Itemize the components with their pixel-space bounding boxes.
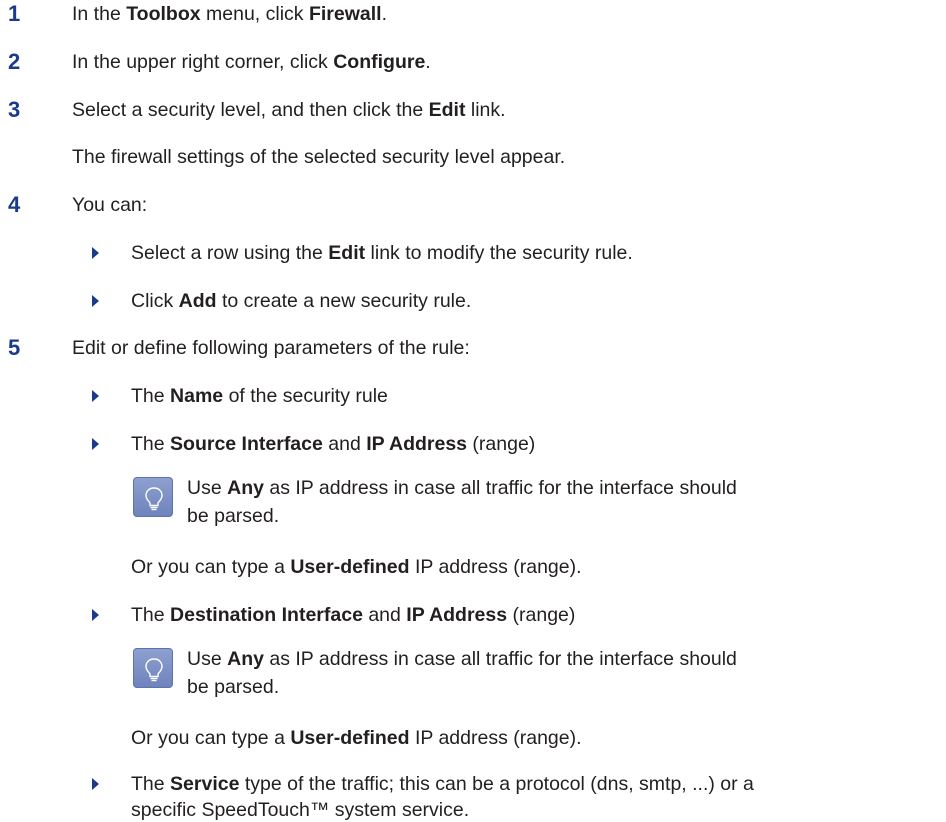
text-fragment: The [131,385,171,407]
step-number: 4 [8,192,21,217]
step-5-text: Edit or define following parameters of t… [72,337,470,359]
text-fragment: . [381,3,388,25]
step-number: 2 [8,49,21,74]
destination-interface-label: Destination Interface [170,604,363,626]
text-fragment: The [131,604,171,626]
text-fragment: and [322,433,367,455]
text-fragment: Use [187,477,228,499]
step-2-text: In the upper right corner, click Configu… [72,50,431,74]
edit-label: Edit [428,99,466,121]
tip-2-line-2: be parsed. [187,676,280,698]
text-fragment: of the security rule [223,385,388,407]
triangle-bullet-icon [90,603,104,627]
text-fragment: and [362,604,407,626]
step-4-bullet-1: Select a row using the Edit link to modi… [131,241,633,265]
text-fragment: IP address (range). [409,556,582,578]
firewall-label: Firewall [308,3,382,25]
source-interface-label: Source Interface [170,433,323,455]
text-fragment: Select a security level, and then click … [72,99,429,121]
edit-label: Edit [328,242,366,264]
text-fragment: Or you can type a [131,556,291,578]
step-3-note: The firewall settings of the selected se… [72,146,566,168]
text-fragment: . [425,51,431,73]
ip-address-label: IP Address [406,604,508,626]
step-3-text: Select a security level, and then click … [72,98,506,122]
text-fragment: as IP address in case all traffic for th… [263,477,737,499]
text-fragment: Or you can type a [131,727,291,749]
triangle-bullet-icon [90,384,104,408]
triangle-bullet-icon [90,772,104,796]
text-fragment: In the [72,3,127,25]
step-number: 1 [8,1,21,26]
add-label: Add [178,290,217,312]
step-5-bullet-source: The Source Interface and IP Address (ran… [131,432,535,456]
any-label: Any [227,648,264,670]
tip-1-or-text: Or you can type a User-defined IP addres… [131,555,582,579]
text-fragment: Select a row using the [131,242,329,264]
user-defined-label: User-defined [290,556,410,578]
text-fragment: IP address (range). [409,727,582,749]
step-4-text: You can: [72,194,148,216]
triangle-bullet-icon [90,432,104,456]
triangle-bullet-icon [90,241,104,265]
step-number: 3 [8,97,21,122]
step-1-text: In the Toolbox menu, click Firewall. [72,2,387,26]
lightbulb-icon [133,477,173,517]
text-fragment: link. [465,99,506,121]
name-label: Name [170,385,224,407]
tip-2-or-text: Or you can type a User-defined IP addres… [131,726,582,750]
step-5-bullet-service: The Service type of the traffic; this ca… [131,772,754,796]
text-fragment: Click [131,290,179,312]
triangle-bullet-icon [90,289,104,313]
tip-2-line-1: Use Any as IP address in case all traffi… [187,647,737,671]
lightbulb-icon [133,648,173,688]
text-fragment: The [131,773,171,795]
step-number: 5 [8,335,21,360]
step-5-bullet-name: The Name of the security rule [131,384,388,408]
service-label: Service [170,773,240,795]
text-fragment: (range) [467,433,536,455]
configure-label: Configure [333,51,426,73]
text-fragment: (range) [507,604,576,626]
text-fragment: type of the traffic; this can be a proto… [239,773,754,795]
any-label: Any [227,477,264,499]
step-5-bullet-destination: The Destination Interface and IP Address… [131,603,575,627]
text-fragment: menu, click [200,3,309,25]
text-fragment: The [131,433,171,455]
text-fragment: as IP address in case all traffic for th… [263,648,737,670]
step-4-bullet-2: Click Add to create a new security rule. [131,289,471,313]
text-fragment: Use [187,648,228,670]
user-defined-label: User-defined [290,727,410,749]
ip-address-label: IP Address [366,433,468,455]
step-5-bullet-service-line-2: specific SpeedTouch™ system service. [131,799,470,821]
text-fragment: link to modify the security rule. [365,242,633,264]
tip-1-line-2: be parsed. [187,505,280,527]
instruction-page: 1 In the Toolbox menu, click Firewall. 2… [0,0,946,822]
tip-1-line-1: Use Any as IP address in case all traffi… [187,476,737,500]
text-fragment: to create a new security rule. [216,290,472,312]
text-fragment: In the upper right corner, click [72,51,334,73]
toolbox-label: Toolbox [126,3,201,25]
